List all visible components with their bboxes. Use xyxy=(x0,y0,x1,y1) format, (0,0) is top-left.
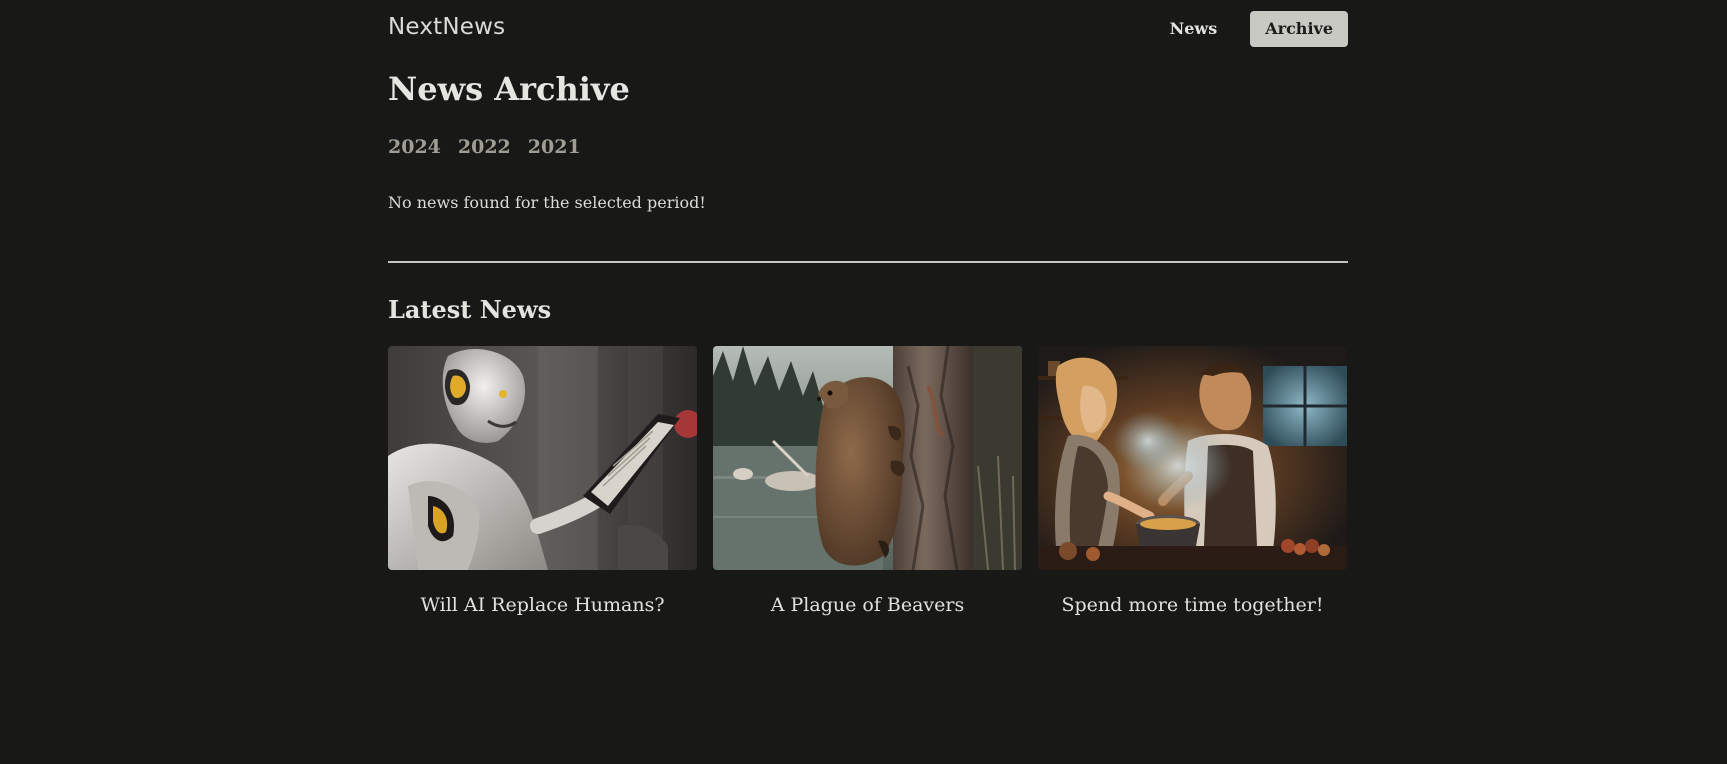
content-container: NextNews News Archive News Archive 2024 … xyxy=(388,0,1348,616)
news-image-beaver xyxy=(713,346,1022,570)
site-header: NextNews News Archive xyxy=(388,0,1348,60)
year-filter-list: 2024 2022 2021 xyxy=(388,136,581,158)
brand-logo-link[interactable]: NextNews xyxy=(388,14,505,40)
news-card-title: A Plague of Beavers xyxy=(770,594,965,616)
latest-news-heading: Latest News xyxy=(388,295,552,324)
year-link-2024[interactable]: 2024 xyxy=(388,136,441,158)
news-card-beavers[interactable]: A Plague of Beavers xyxy=(713,346,1022,616)
year-link-2021[interactable]: 2021 xyxy=(528,136,581,158)
year-link-2022[interactable]: 2022 xyxy=(458,136,511,158)
news-card-title: Spend more time together! xyxy=(1061,594,1324,616)
news-image-robot xyxy=(388,346,697,570)
news-card-ai[interactable]: Will AI Replace Humans? xyxy=(388,346,697,616)
news-image-kitchen xyxy=(1038,346,1347,570)
news-card-title: Will AI Replace Humans? xyxy=(420,594,665,616)
main-nav: News Archive xyxy=(1155,11,1348,47)
news-card-together[interactable]: Spend more time together! xyxy=(1038,346,1347,616)
nav-news-link[interactable]: News xyxy=(1155,11,1233,47)
empty-state-message: No news found for the selected period! xyxy=(388,193,706,212)
page: NextNews News Archive News Archive 2024 … xyxy=(0,0,1727,764)
nav-archive-link[interactable]: Archive xyxy=(1250,11,1348,47)
latest-news-list: Will AI Replace Humans? A Plague of Beav… xyxy=(388,346,1348,616)
page-title: News Archive xyxy=(388,70,630,108)
section-divider xyxy=(388,261,1348,263)
